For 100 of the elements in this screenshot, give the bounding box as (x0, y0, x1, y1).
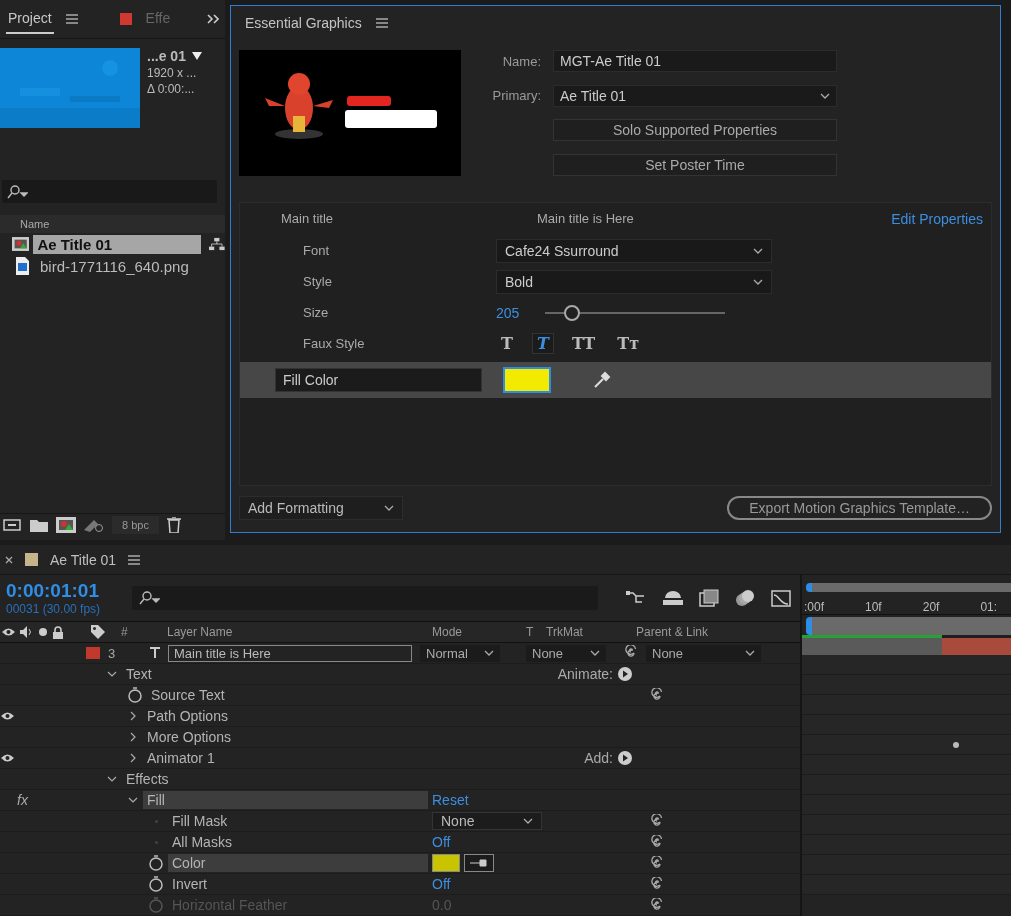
pick-whip-icon[interactable] (650, 688, 664, 702)
fx-label[interactable]: fx (17, 792, 28, 808)
keyframe-dot[interactable] (953, 742, 959, 748)
column-header[interactable]: TrkMat (546, 625, 636, 639)
more-panels-icon[interactable] (207, 14, 219, 24)
faux-style-button[interactable]: TT (568, 333, 600, 354)
property-name[interactable]: Color (168, 854, 428, 872)
color-swatch[interactable] (432, 854, 460, 872)
pick-whip-icon[interactable] (650, 877, 664, 891)
menu-icon[interactable] (375, 18, 388, 28)
column-header[interactable]: Mode (432, 625, 526, 639)
faux-style-button[interactable]: T (496, 333, 518, 354)
property-name-field[interactable]: Fill Color (275, 368, 482, 392)
ruler-label: 01: (980, 600, 998, 614)
property-dropdown[interactable]: None (432, 812, 542, 830)
render-icon[interactable] (84, 518, 104, 532)
property-name[interactable]: Path Options (143, 707, 428, 725)
pick-whip-icon[interactable] (650, 814, 664, 828)
layer-out-bar[interactable] (942, 635, 1011, 655)
eye-icon[interactable] (0, 711, 15, 721)
trkmat-dropdown[interactable]: None (526, 644, 606, 662)
column-header[interactable]: Name (20, 218, 50, 230)
current-time[interactable]: 0:00:01:01 (6, 580, 122, 602)
label-color-icon[interactable] (86, 647, 100, 659)
stopwatch-icon[interactable] (148, 855, 164, 871)
property-name[interactable]: More Options (143, 728, 428, 746)
tag-icon[interactable] (91, 625, 105, 639)
size-value[interactable]: 205 (496, 304, 520, 321)
ruler-label: 10f (865, 600, 882, 614)
play-icon[interactable] (618, 667, 632, 681)
speaker-icon[interactable] (20, 626, 34, 638)
stopwatch-icon[interactable] (127, 687, 143, 703)
export-button[interactable]: Export Motion Graphics Template… (727, 496, 992, 520)
property-value[interactable]: Off (432, 834, 451, 850)
search-field[interactable] (132, 586, 598, 610)
property-name[interactable]: Animator 1 (143, 749, 428, 767)
column-header[interactable]: # (121, 625, 167, 639)
menu-icon[interactable] (128, 554, 141, 565)
draft-3d-icon[interactable] (662, 590, 684, 606)
graph-editor-icon[interactable] (770, 589, 792, 607)
property-name[interactable]: Fill (143, 791, 428, 809)
comp-duration: Δ 0:00:... (147, 82, 196, 96)
color-swatch[interactable] (503, 367, 551, 393)
project-item[interactable]: bird-1771116_640.png (36, 256, 204, 276)
group-label: Main title (281, 211, 335, 227)
property-name[interactable]: Invert (168, 875, 428, 893)
primary-dropdown[interactable]: Ae Title 01 (553, 84, 837, 107)
group-value: Main title is Here (537, 211, 635, 227)
column-header[interactable]: Layer Name (167, 625, 432, 639)
property-name[interactable]: All Masks (168, 833, 428, 851)
bit-depth-button[interactable]: 8 bpc (112, 516, 159, 534)
property-value[interactable]: Reset (432, 792, 469, 808)
mode-dropdown[interactable]: Normal (420, 644, 500, 662)
folder-icon[interactable] (30, 518, 48, 532)
parent-dropdown[interactable]: None (646, 644, 761, 662)
layer-name[interactable]: Main title is Here (168, 644, 412, 662)
dropdown[interactable]: Bold (496, 269, 772, 294)
close-icon[interactable] (5, 555, 13, 564)
property-name[interactable]: Text (122, 665, 428, 683)
chevron-down-icon[interactable] (106, 669, 118, 679)
panel-tab[interactable]: Project (6, 4, 54, 34)
chevron-down-icon[interactable] (106, 774, 118, 784)
edit-properties-link[interactable]: Edit Properties (891, 211, 983, 227)
flowchart-icon[interactable] (209, 237, 225, 251)
column-header[interactable]: T (526, 625, 546, 639)
slider-thumb[interactable] (564, 304, 581, 321)
dropdown[interactable]: Cafe24 Ssurround (496, 238, 772, 263)
interpret-footage-icon[interactable] (2, 518, 22, 532)
property-name[interactable]: Source Text (147, 686, 428, 704)
search-field[interactable] (2, 180, 217, 203)
eyedropper-icon[interactable] (464, 854, 494, 872)
pick-whip-icon[interactable] (650, 856, 664, 870)
menu-icon[interactable] (65, 14, 78, 24)
column-header[interactable]: Parent & Link (636, 625, 709, 639)
name-field[interactable]: MGT-Ae Title 01 (553, 50, 837, 73)
property-name[interactable]: Fill Mask (168, 812, 428, 830)
dropdown-arrow-icon[interactable] (191, 52, 202, 60)
ruler-label: :00f (804, 600, 824, 614)
faux-style-button[interactable]: T (532, 333, 554, 354)
play-icon[interactable] (618, 751, 632, 765)
pick-whip-icon[interactable] (624, 644, 638, 659)
film-frames-icon[interactable] (698, 589, 720, 607)
property-value[interactable]: Off (432, 876, 451, 892)
motion-blur-icon[interactable] (734, 589, 756, 607)
faux-style-button[interactable]: Tᴛ (613, 333, 644, 354)
chevron-down-icon (820, 92, 830, 99)
solo-dot-icon[interactable] (38, 627, 48, 637)
add-formatting-dropdown[interactable]: Add Formatting (239, 496, 403, 520)
eye-icon[interactable] (0, 753, 15, 763)
panel-button[interactable]: Solo Supported Properties (553, 119, 837, 142)
panel-button[interactable]: Set Poster Time (553, 153, 837, 176)
trash-icon[interactable] (166, 517, 181, 533)
timeline-tab[interactable]: Ae Title 01 (50, 551, 117, 568)
project-item[interactable]: Ae Title 01 (33, 234, 202, 254)
property-name[interactable]: Effects (122, 770, 428, 788)
eye-icon[interactable] (1, 627, 16, 637)
pick-whip-icon[interactable] (650, 835, 664, 849)
stopwatch-icon[interactable] (148, 876, 164, 892)
chevron-down-icon[interactable] (127, 795, 139, 805)
lock-icon[interactable] (52, 625, 64, 639)
